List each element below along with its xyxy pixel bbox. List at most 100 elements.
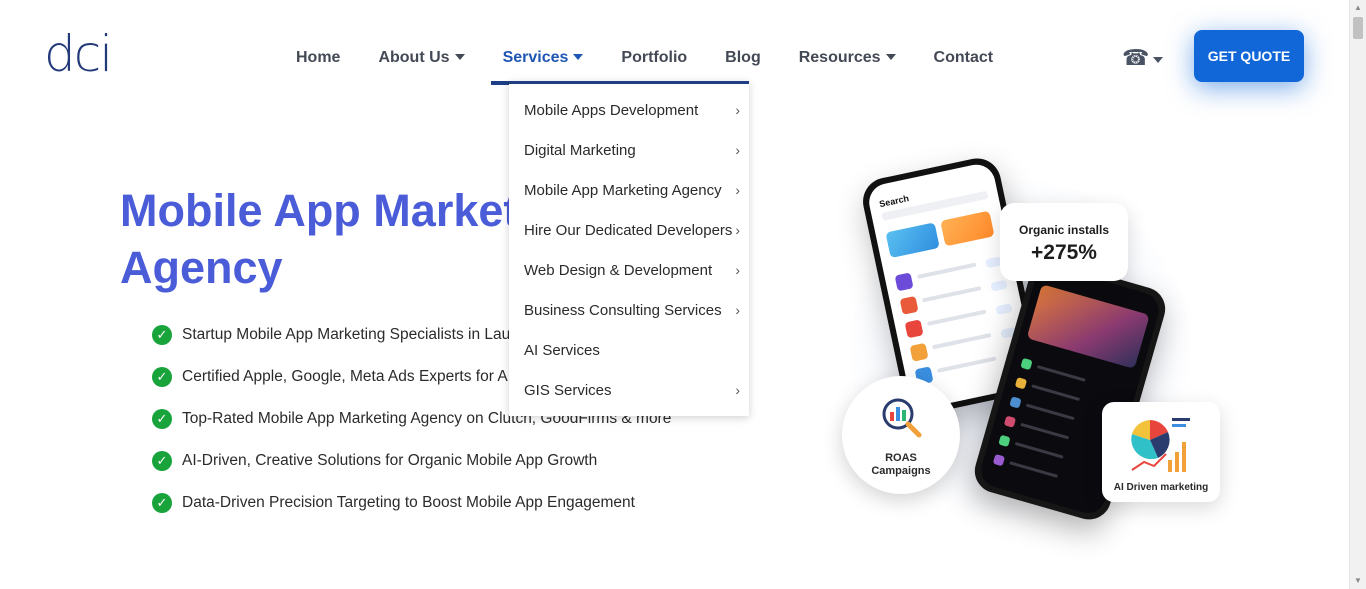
chart-tile [940, 210, 995, 247]
menu-item-ai-services[interactable]: AI Services [509, 330, 749, 370]
nav-services[interactable]: Services [490, 38, 592, 85]
chevron-right-icon: › [735, 142, 740, 158]
menu-item-hire-dedicated-developers[interactable]: Hire Our Dedicated Developers › [509, 210, 749, 250]
nav-contact[interactable]: Contact [934, 38, 994, 78]
menu-item-label: Hire Our Dedicated Developers [524, 221, 733, 239]
menu-item-label: AI Services [524, 341, 600, 359]
nav-portfolio-label: Portfolio [621, 49, 688, 66]
app-icon [1014, 377, 1028, 390]
app-row-line [1009, 461, 1059, 478]
app-icon [1003, 415, 1017, 428]
feature-text: AI-Driven, Creative Solutions for Organi… [182, 452, 598, 469]
app-icon [904, 319, 924, 339]
hero-illustration: Search Organic installs +275% ROAS Campa… [820, 140, 1240, 530]
app-row-line [921, 286, 982, 303]
menu-item-mobile-app-marketing-agency[interactable]: Mobile App Marketing Agency › [509, 170, 749, 210]
menu-item-label: Mobile App Marketing Agency [524, 181, 722, 199]
nav-contact-label: Contact [933, 49, 994, 66]
chevron-right-icon: › [735, 382, 740, 398]
scroll-up-arrow-icon[interactable]: ▲ [1350, 0, 1366, 16]
nav-portfolio[interactable]: Portfolio [621, 38, 687, 78]
app-row-line [1025, 403, 1075, 421]
feature-item: ✓ Data-Driven Precision Targeting to Boos… [152, 490, 672, 516]
chevron-right-icon: › [735, 182, 740, 198]
caret-down-icon [1153, 57, 1164, 63]
pie-bar-chart-icon [1131, 418, 1190, 472]
scroll-down-arrow-icon[interactable]: ▼ [1350, 573, 1366, 589]
get-pill [995, 303, 1013, 316]
app-row-line [931, 332, 992, 350]
menu-item-label: Business Consulting Services [524, 301, 722, 319]
magnifier-chart-icon [882, 398, 922, 438]
app-icon [899, 295, 919, 315]
feature-text: Data-Driven Precision Targeting to Boost… [182, 494, 635, 511]
logo-text: dci [44, 25, 113, 83]
app-icon [998, 434, 1011, 448]
nav-home[interactable]: Home [296, 38, 340, 78]
nav-resources-label: Resources [798, 49, 881, 66]
check-circle-icon: ✓ [152, 409, 172, 429]
app-row-line [1014, 442, 1064, 459]
organic-installs-label: Organic installs [1018, 223, 1110, 237]
menu-item-label: Digital Marketing [524, 141, 636, 159]
app-icon [894, 272, 914, 292]
scrollbar-thumb[interactable] [1353, 17, 1363, 39]
feature-item: ✓ AI-Driven, Creative Solutions for Organ… [152, 448, 672, 474]
menu-item-label: Web Design & Development [524, 261, 713, 279]
phone-icon: ☎ [1122, 45, 1150, 70]
page-scrollbar[interactable]: ▲ ▼ [1349, 0, 1366, 589]
app-row-line [916, 262, 977, 279]
menu-item-gis-services[interactable]: GIS Services › [509, 370, 749, 410]
menu-item-business-consulting-services[interactable]: Business Consulting Services › [509, 290, 749, 330]
nav-home-label: Home [296, 49, 341, 66]
nav-blog[interactable]: Blog [725, 38, 761, 78]
roas-label-line-2: Campaigns [871, 465, 931, 477]
menu-item-web-design-development[interactable]: Web Design & Development › [509, 250, 749, 290]
services-dropdown-menu: Mobile Apps Development › Digital Marketi… [509, 81, 749, 416]
roas-label-line-1: ROAS [885, 452, 917, 464]
caret-down-icon [573, 53, 584, 60]
check-circle-icon: ✓ [152, 493, 172, 513]
app-icon [909, 342, 929, 362]
roas-campaigns-label: ROAS Campaigns [842, 452, 960, 478]
menu-item-digital-marketing[interactable]: Digital Marketing › [509, 130, 749, 170]
chart-tile [885, 222, 940, 259]
check-circle-icon: ✓ [152, 325, 172, 345]
get-quote-button[interactable]: GET QUOTE [1194, 30, 1304, 82]
nav-services-label: Services [502, 49, 569, 66]
nav-about-us-label: About Us [378, 49, 450, 66]
organic-installs-card: Organic installs +275% [1000, 203, 1128, 281]
roas-campaigns-card: ROAS Campaigns [842, 376, 960, 494]
chevron-right-icon: › [735, 102, 740, 118]
app-row-line [1031, 384, 1081, 401]
dci-logo[interactable]: dci [44, 25, 113, 83]
menu-item-label: GIS Services [524, 381, 612, 399]
nav-about-us[interactable]: About Us [378, 38, 465, 78]
app-row-line [1036, 365, 1086, 382]
check-circle-icon: ✓ [152, 451, 172, 471]
app-row-line [936, 356, 997, 373]
phone-search-label: Search [878, 193, 910, 210]
chevron-right-icon: › [735, 302, 740, 318]
caret-down-icon [454, 53, 465, 60]
organic-installs-value: +275% [1031, 241, 1097, 264]
chevron-right-icon: › [735, 262, 740, 278]
phone-dropdown-button[interactable]: ☎ [1122, 44, 1164, 72]
game-banner [1026, 284, 1150, 369]
menu-item-label: Mobile Apps Development [524, 101, 699, 119]
check-circle-icon: ✓ [152, 367, 172, 387]
get-pill [990, 279, 1008, 292]
nav-blog-label: Blog [725, 49, 761, 66]
main-nav: Home About Us Services Portfolio Blog Re… [296, 38, 1031, 85]
ai-driven-marketing-label: AI Driven marketing [1113, 482, 1209, 493]
app-icon [1020, 357, 1033, 371]
caret-down-icon [885, 53, 896, 60]
app-row-line [1020, 422, 1070, 440]
app-icon [992, 453, 1006, 467]
menu-item-mobile-apps-development[interactable]: Mobile Apps Development › [509, 90, 749, 130]
app-icon [1009, 396, 1022, 409]
chevron-right-icon: › [735, 222, 740, 238]
ai-driven-marketing-card: AI Driven marketing [1102, 402, 1220, 502]
app-row-line [926, 309, 987, 326]
nav-resources[interactable]: Resources [799, 38, 896, 78]
